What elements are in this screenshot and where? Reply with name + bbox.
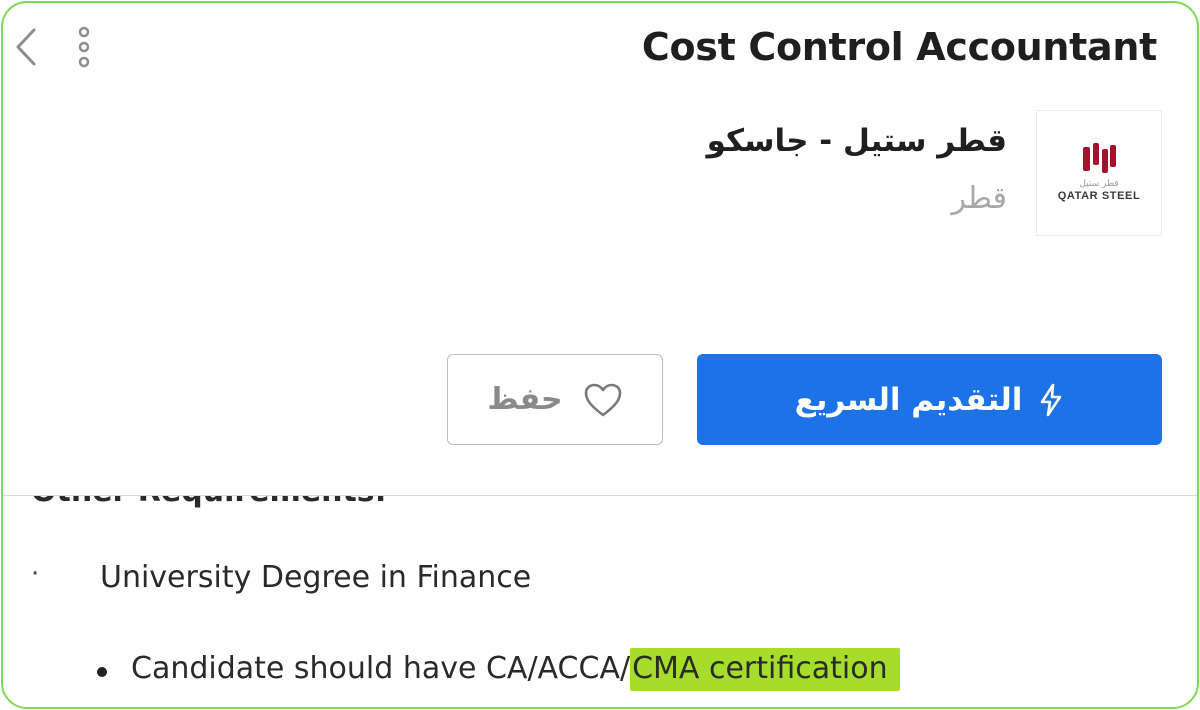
quick-apply-button[interactable]: التقديم السريع [697,354,1162,445]
list-bullet [97,667,107,677]
requirement-text: Candidate should have CA/ACCA/ [131,651,631,686]
requirements-heading: Other Requirements: [31,496,387,508]
requirement-item: Candidate should have CA/ACCA/CMA certif… [131,648,900,691]
save-button-label: حفظ [487,382,563,417]
requirements-heading-clipped: Other Requirements: [3,496,703,508]
heart-icon [584,383,621,416]
job-title: Cost Control Accountant [641,25,1157,69]
company-logo[interactable]: قطر ستيل QATAR STEEL [1036,110,1162,236]
chevron-left-icon [16,28,36,66]
logo-arabic-text: قطر ستيل [1079,178,1119,189]
apply-button-label: التقديم السريع [794,381,1023,418]
list-bullet-dot: · [31,559,40,589]
company-location: قطر [951,181,1007,216]
save-job-button[interactable]: حفظ [447,354,663,445]
requirement-item: University Degree in Finance [100,560,532,595]
more-vertical-icon [78,26,90,68]
logo-text: QATAR STEEL [1057,189,1141,202]
highlighted-text: CMA certification [630,648,900,691]
qatar-steel-logo-mark [1083,142,1116,173]
back-button[interactable] [9,23,43,71]
more-options-button[interactable] [69,21,99,73]
lightning-bolt-icon [1041,383,1062,416]
screen-frame: Cost Control Accountant قطر ستيل QATAR S… [1,1,1199,709]
company-name[interactable]: قطر ستيل - جاسكو [707,123,1007,159]
